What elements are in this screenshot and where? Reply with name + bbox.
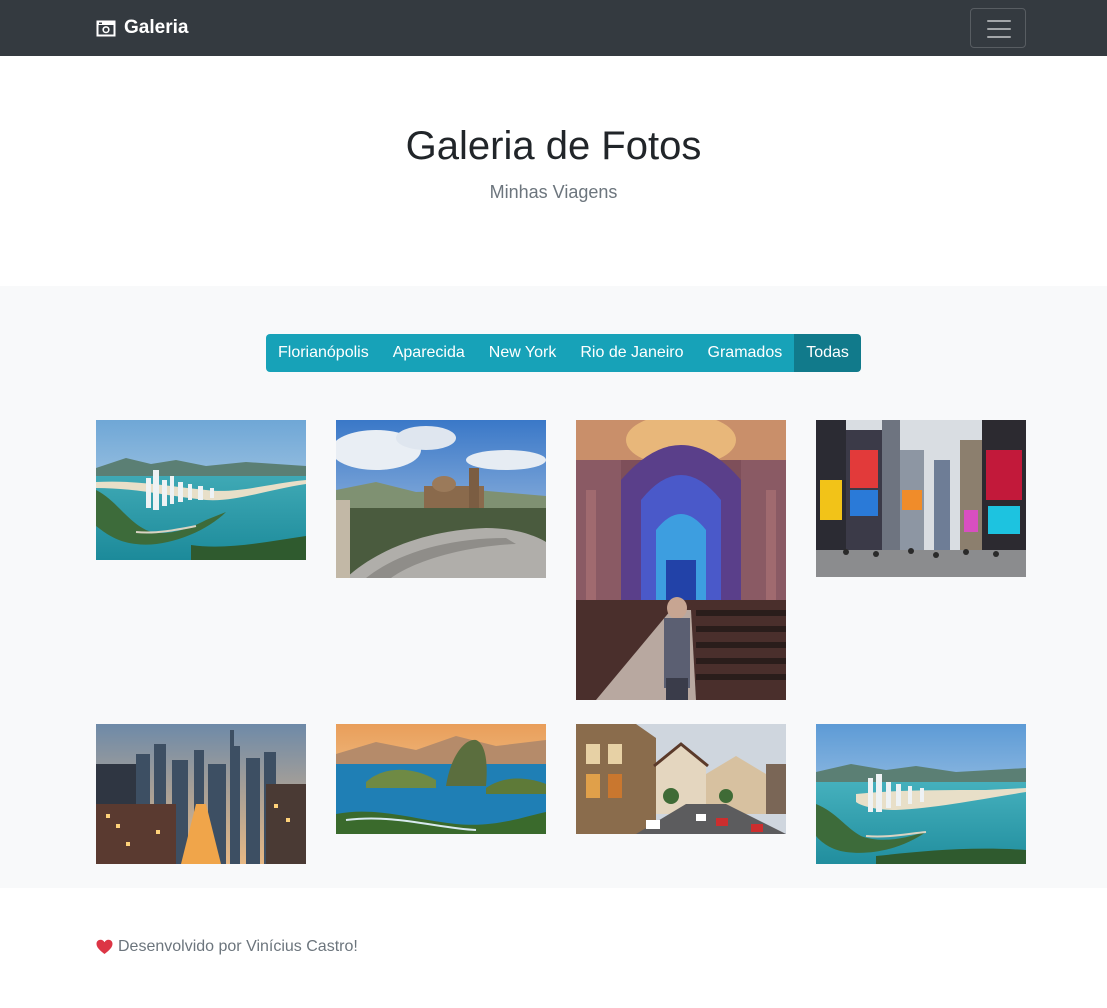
gallery-photo-new-york-skyline[interactable] bbox=[96, 724, 306, 864]
gallery-photo-gramado-street[interactable] bbox=[576, 724, 786, 834]
brand-name: Galeria bbox=[124, 17, 189, 38]
hero-section: Galeria de Fotos Minhas Viagens bbox=[0, 56, 1107, 286]
gallery-photo-florianopolis-aerial[interactable] bbox=[96, 420, 306, 560]
gallery-photo-florianopolis-coast[interactable] bbox=[816, 724, 1026, 864]
navbar: Galeria bbox=[0, 0, 1107, 56]
navbar-toggle-button[interactable] bbox=[970, 8, 1026, 48]
filter-todas-button[interactable]: Todas bbox=[794, 334, 861, 372]
camera-icon bbox=[96, 19, 116, 38]
footer-credit: Desenvolvido por Vinícius Castro! bbox=[96, 938, 358, 956]
filter-gramados-button[interactable]: Gramados bbox=[695, 334, 795, 372]
brand-link[interactable]: Galeria bbox=[96, 16, 188, 40]
footer: Desenvolvido por Vinícius Castro! bbox=[0, 888, 1107, 1008]
page-title: Galeria de Fotos bbox=[405, 124, 702, 168]
heart-icon bbox=[96, 939, 113, 955]
page-subtitle: Minhas Viagens bbox=[489, 182, 618, 202]
filter-new-york-button[interactable]: New York bbox=[476, 334, 569, 372]
gallery-section: Florianópolis Aparecida New York Rio de … bbox=[0, 286, 1107, 888]
gallery-photo-aparecida-interior[interactable] bbox=[576, 420, 786, 700]
filter-rio-de-janeiro-button[interactable]: Rio de Janeiro bbox=[568, 334, 696, 372]
gallery-photo-aparecida-basilica[interactable] bbox=[336, 420, 546, 578]
gallery-photo-rio-de-janeiro[interactable] bbox=[336, 724, 546, 834]
filter-aparecida-button[interactable]: Aparecida bbox=[380, 334, 477, 372]
gallery-photo-new-york-times-square[interactable] bbox=[816, 420, 1026, 577]
filter-florianopolis-button[interactable]: Florianópolis bbox=[266, 334, 381, 372]
filter-button-group: Florianópolis Aparecida New York Rio de … bbox=[266, 334, 861, 372]
footer-text: Desenvolvido por Vinícius Castro! bbox=[118, 938, 358, 955]
